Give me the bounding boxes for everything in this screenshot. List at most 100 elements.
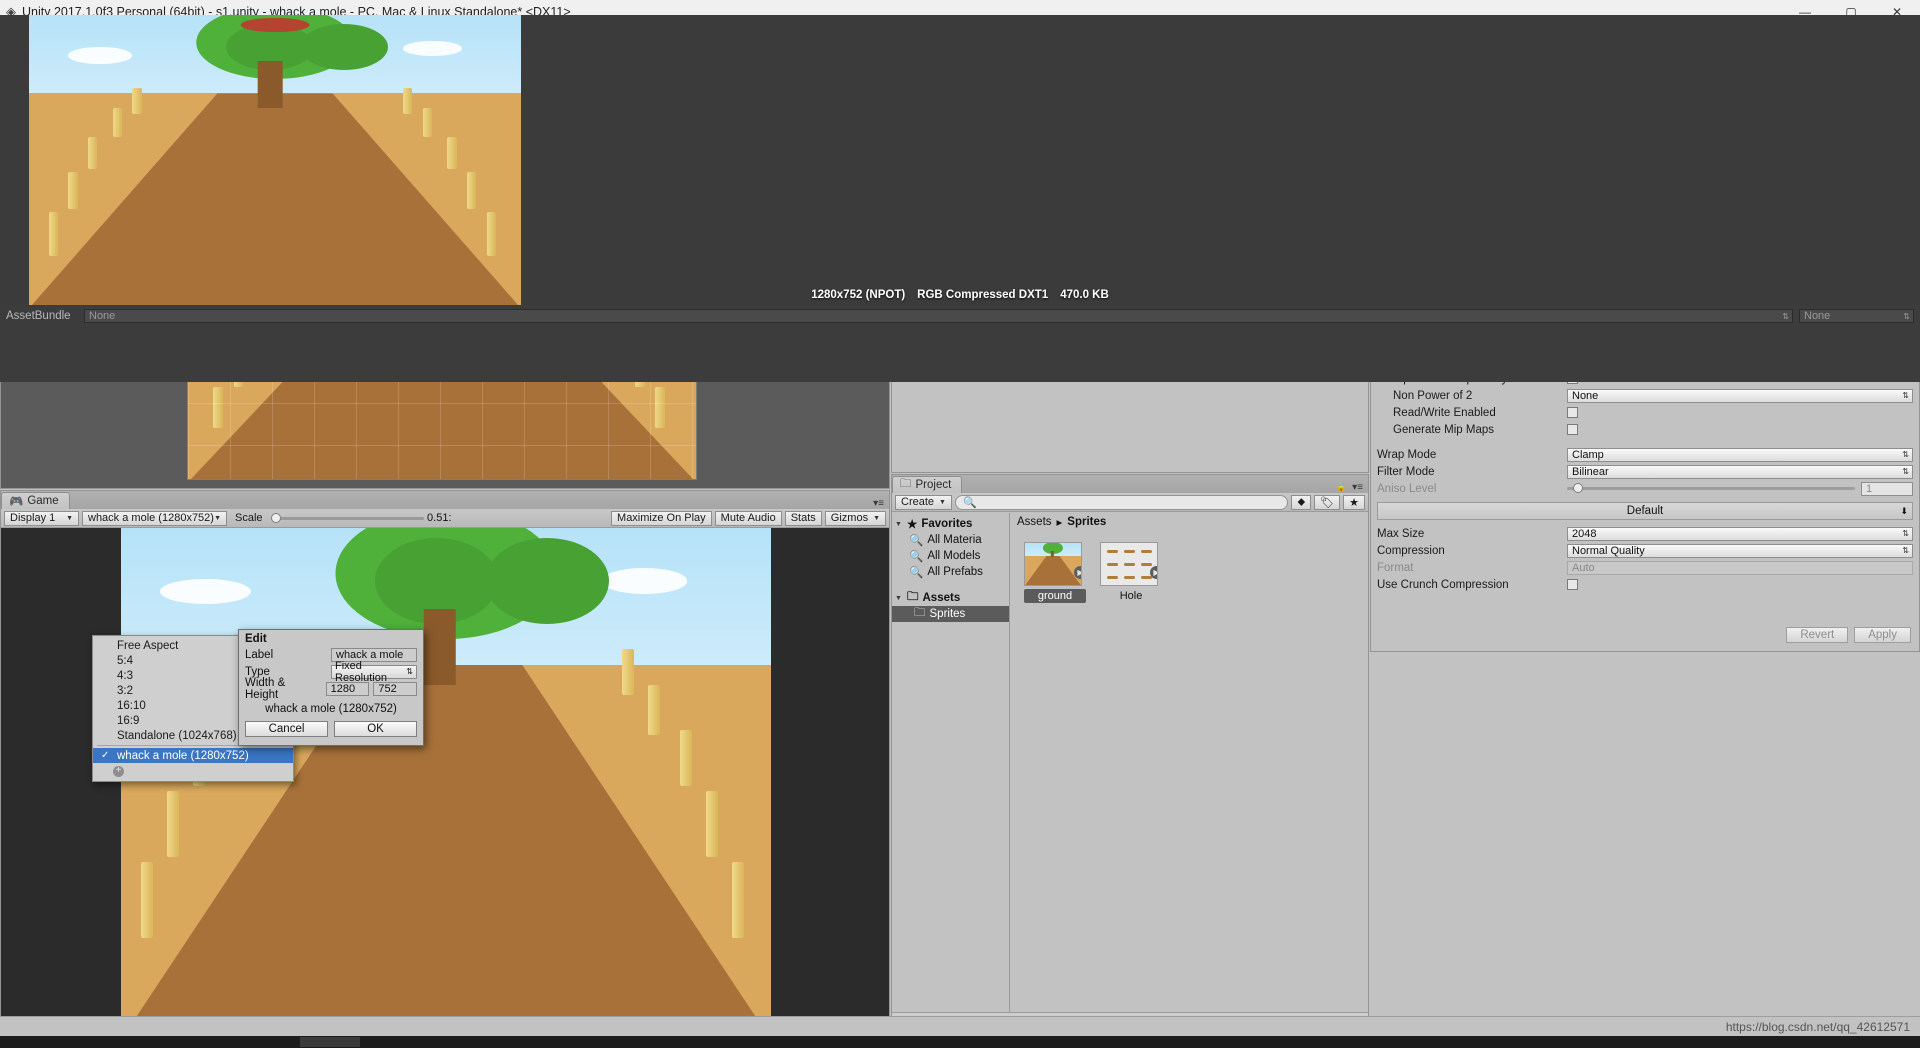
panel-menu-icon[interactable]: ▾≡ xyxy=(873,498,884,509)
prop-label: Format xyxy=(1377,561,1414,574)
breadcrumb-assets[interactable]: Assets xyxy=(1017,516,1052,528)
chevron-down-icon: ▼ xyxy=(873,514,881,522)
project-favorites-row[interactable]: ▼ ★ Favorites xyxy=(892,516,1009,532)
assetbundle-name-dropdown[interactable]: None ⇅ xyxy=(84,309,1793,323)
project-toolbar: Create ▼ 🔍 ⬥ 🏷 ★ xyxy=(892,493,1368,512)
assetbundle-variant-dropdown[interactable]: None ⇅ xyxy=(1799,309,1914,323)
scale-label: Scale xyxy=(235,512,263,524)
read-write-enabled-checkbox[interactable] xyxy=(1567,407,1578,418)
taskbar-item[interactable] xyxy=(300,1037,360,1047)
tree-canopy-right xyxy=(485,538,609,625)
stats-button[interactable]: Stats xyxy=(784,510,822,526)
download-icon[interactable]: ⬇ xyxy=(1900,506,1908,517)
expand-asset-icon[interactable]: ▶ xyxy=(1074,566,1081,579)
breadcrumb-sprites[interactable]: Sprites xyxy=(1067,516,1106,528)
project-favorite-all-prefabs[interactable]: 🔍 All Prefabs xyxy=(892,564,1009,580)
asset-item-hole[interactable]: ▶ Hole xyxy=(1100,542,1162,603)
prop-label: Generate Mip Maps xyxy=(1393,423,1494,436)
maximize-on-play-button[interactable]: Maximize On Play xyxy=(611,510,712,526)
updown-arrow-icon: ⇅ xyxy=(1902,546,1909,555)
filter-mode-dropdown[interactable]: Bilinear ⇅ xyxy=(1567,464,1913,479)
prop-label: Read/Write Enabled xyxy=(1393,406,1496,419)
filter-by-label-icon[interactable]: 🏷 xyxy=(1314,494,1341,510)
revert-button[interactable]: Revert xyxy=(1786,627,1849,643)
updown-arrow-icon: ⇅ xyxy=(1902,391,1909,400)
tree-trunk xyxy=(257,61,283,108)
fence-post xyxy=(402,87,413,114)
asset-item-ground[interactable]: ▶ ground xyxy=(1024,542,1086,603)
fence-post xyxy=(680,730,693,787)
wrap-mode-dropdown[interactable]: Clamp ⇅ xyxy=(1567,447,1913,462)
non-power-of-2-dropdown[interactable]: None ⇅ xyxy=(1567,388,1913,403)
game-gizmos-dropdown[interactable]: Gizmos ▼ xyxy=(824,510,887,526)
aspect-ratio-dropdown[interactable]: whack a mole (1280x752) ▼ xyxy=(82,510,227,526)
updown-arrow-icon: ⇅ xyxy=(1903,311,1910,321)
height-input[interactable]: 752 xyxy=(373,681,417,696)
generate-mip-maps-checkbox[interactable] xyxy=(1567,424,1578,435)
use-crunch-compression-checkbox[interactable] xyxy=(1567,579,1578,590)
expand-asset-icon[interactable]: ▶ xyxy=(1150,566,1157,579)
project-create-button[interactable]: Create ▼ xyxy=(895,494,952,510)
favorites-star-icon[interactable]: ★ xyxy=(1343,494,1365,510)
checkmark-icon: ✓ xyxy=(101,750,110,761)
format-dropdown: Auto xyxy=(1567,560,1913,575)
mute-audio-button[interactable]: Mute Audio xyxy=(714,510,782,526)
fence-post xyxy=(166,791,179,857)
updown-arrow-icon: ⇅ xyxy=(406,667,413,676)
compression-dropdown[interactable]: Normal Quality ⇅ xyxy=(1567,543,1913,558)
preview-format: RGB Compressed DXT1 xyxy=(917,289,1049,301)
project-body: ▼ ★ Favorites 🔍 All Materia 🔍 All Models… xyxy=(892,513,1368,1012)
triangle-down-icon[interactable]: ▼ xyxy=(895,521,903,528)
filter-by-type-icon[interactable]: ⬥ xyxy=(1291,494,1312,510)
display-dropdown[interactable]: Display 1 ▼ xyxy=(4,510,79,526)
prop-label: Aniso Level xyxy=(1377,482,1437,495)
project-assets-row[interactable]: ▼ 🗀 Assets xyxy=(892,590,1009,606)
preview-artwork xyxy=(29,15,521,305)
project-search-input[interactable]: 🔍 xyxy=(954,494,1289,510)
apply-button[interactable]: Apply xyxy=(1854,627,1911,643)
width-input[interactable]: 1280 xyxy=(325,681,370,696)
project-favorite-all-models[interactable]: 🔍 All Models xyxy=(892,548,1009,564)
lock-icon[interactable]: 🔒 xyxy=(1336,482,1347,493)
breadcrumb-separator-icon: ▸ xyxy=(1056,516,1063,529)
type-dropdown[interactable]: Fixed Resolution ⇅ xyxy=(331,660,417,684)
triangle-down-icon[interactable]: ▼ xyxy=(895,595,903,602)
preview-canvas[interactable]: 1280x752 (NPOT) RGB Compressed DXT1 470.… xyxy=(0,15,1920,305)
aspect-item-whack-a-mole[interactable]: ✓ whack a mole (1280x752) xyxy=(93,748,293,763)
tree-blossom xyxy=(240,17,310,33)
chevron-down-icon: ▼ xyxy=(66,514,73,522)
status-bar: https://blog.csdn.net/qq_42612571 xyxy=(0,1016,1920,1036)
fence-post xyxy=(68,171,78,210)
project-tree[interactable]: ▼ ★ Favorites 🔍 All Materia 🔍 All Models… xyxy=(892,513,1010,1012)
ok-button[interactable]: OK xyxy=(334,721,417,737)
project-tab-icons: 🔒 ▾≡ xyxy=(1336,482,1368,493)
tree-canopy-right xyxy=(299,23,389,71)
folder-icon: 🗀 xyxy=(914,606,926,619)
add-aspect-row[interactable]: + xyxy=(93,763,293,779)
prop-label: Wrap Mode xyxy=(1377,448,1437,461)
search-icon: 🔍 xyxy=(909,551,924,563)
platform-tab-default[interactable]: Default ⬇ xyxy=(1377,502,1913,520)
updown-arrow-icon: ⇅ xyxy=(1902,450,1909,459)
project-content[interactable]: Assets ▸ Sprites ▶ ground xyxy=(1010,513,1368,1012)
search-icon: 🔍 xyxy=(909,567,924,579)
cancel-button[interactable]: Cancel xyxy=(245,721,328,737)
max-size-dropdown[interactable]: 2048 ⇅ xyxy=(1567,526,1913,541)
dialog-buttons: Cancel OK xyxy=(239,721,423,737)
plus-icon[interactable]: + xyxy=(113,765,124,777)
breadcrumb: Assets ▸ Sprites xyxy=(1010,513,1368,530)
asset-thumbnail[interactable]: ▶ xyxy=(1100,542,1158,586)
project-favorite-all-materials[interactable]: 🔍 All Materia xyxy=(892,532,1009,548)
asset-thumbnail[interactable]: ▶ xyxy=(1024,542,1082,586)
prop-filter-mode: Filter Mode Bilinear ⇅ xyxy=(1377,464,1913,479)
aniso-level-value: 1 xyxy=(1861,481,1913,496)
chevron-down-icon: ▼ xyxy=(939,498,946,506)
prop-use-crunch-compression: Use Crunch Compression xyxy=(1377,577,1913,592)
fence-post xyxy=(621,649,634,695)
tab-project[interactable]: 🗀 Project xyxy=(892,476,963,493)
tab-game[interactable]: 🎮 Game xyxy=(1,492,70,509)
preview-info: 1280x752 (NPOT) RGB Compressed DXT1 470.… xyxy=(0,285,1920,305)
project-folder-sprites[interactable]: 🗀 Sprites xyxy=(892,606,1009,622)
label-field-label: Label xyxy=(245,648,274,661)
panel-menu-icon[interactable]: ▾≡ xyxy=(1352,482,1363,493)
